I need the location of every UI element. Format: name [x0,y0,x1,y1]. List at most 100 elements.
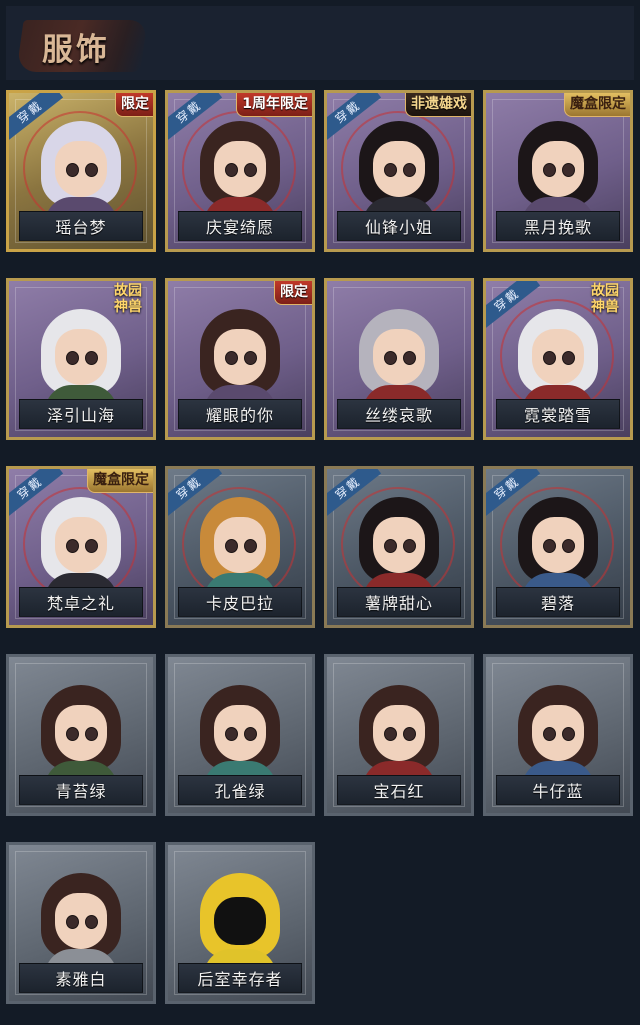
portrait-eye [66,163,79,177]
costume-name: 庆宴绮愿 [205,218,274,237]
costume-card[interactable]: 穿戴 故园神兽 霓裳踏雪 [483,278,633,440]
portrait-eye [85,915,98,929]
portrait-eye [244,727,257,741]
portrait-eye [543,163,556,177]
portrait-face [373,329,425,385]
costume-card[interactable]: 限定耀眼的你 [165,278,315,440]
name-plate: 黑月挽歌 [496,211,620,241]
header-bar: 服饰 [6,6,634,80]
character-portrait [510,115,606,227]
character-portrait [192,115,288,227]
name-plate: 孔雀绿 [178,775,302,805]
portrait-eye [225,163,238,177]
portrait-eye [244,539,257,553]
portrait-face [55,705,107,761]
character-portrait [351,491,447,603]
name-plate: 碧落 [496,587,620,617]
limited-badge: 限定 [274,281,312,305]
costume-card[interactable]: 穿戴 限定 瑶台梦 [6,90,156,252]
costume-card[interactable]: 丝缕哀歌 [324,278,474,440]
costume-name: 黑月挽歌 [523,218,592,237]
portrait-eye [244,163,257,177]
costume-card[interactable]: 素雅白 [6,842,156,1004]
costume-name: 素雅白 [55,970,107,989]
costume-card[interactable]: 宝石红 [324,654,474,816]
limited-badge: 故园神兽 [114,283,142,315]
costume-name: 孔雀绿 [214,782,266,801]
portrait-face [373,141,425,197]
portrait-face [532,705,584,761]
portrait-eye [85,727,98,741]
costume-card[interactable]: 穿戴 1周年限定 庆宴绮愿 [165,90,315,252]
character-portrait [192,867,288,979]
costume-name: 瑶台梦 [55,218,107,237]
name-plate: 耀眼的你 [178,399,302,429]
portrait-eye [66,351,79,365]
character-portrait [192,303,288,415]
character-portrait [33,491,129,603]
costume-card[interactable]: 青苔绿 [6,654,156,816]
costume-name: 梵卓之礼 [46,594,115,613]
portrait-face [373,705,425,761]
costume-name: 卡皮巴拉 [205,594,274,613]
costume-name: 丝缕哀歌 [364,406,433,425]
name-plate: 梵卓之礼 [19,587,143,617]
costume-card[interactable]: 穿戴 薯牌甜心 [324,466,474,628]
name-plate: 宝石红 [337,775,461,805]
costume-card[interactable]: 魔盒限定黑月挽歌 [483,90,633,252]
portrait-eye [66,915,79,929]
costume-name: 宝石红 [373,782,425,801]
limited-badge: 限定 [115,93,153,117]
portrait-face [532,517,584,573]
portrait-face [55,893,107,949]
name-plate: 青苔绿 [19,775,143,805]
character-portrait [192,679,288,791]
name-plate: 丝缕哀歌 [337,399,461,429]
portrait-eye [66,539,79,553]
costume-name: 薯牌甜心 [364,594,433,613]
costume-card[interactable]: 孔雀绿 [165,654,315,816]
portrait-eye [562,163,575,177]
costume-card[interactable]: 穿戴 碧落 [483,466,633,628]
costume-name: 仙锋小姐 [364,218,433,237]
character-portrait [192,491,288,603]
costume-card[interactable]: 故园神兽泽引山海 [6,278,156,440]
portrait-eye [543,351,556,365]
portrait-eye [85,539,98,553]
portrait-eye [225,727,238,741]
name-plate: 泽引山海 [19,399,143,429]
limited-badge: 魔盒限定 [564,93,630,117]
character-portrait [351,679,447,791]
limited-badge: 1周年限定 [236,93,312,117]
name-plate: 庆宴绮愿 [178,211,302,241]
portrait-face [373,517,425,573]
character-portrait [33,867,129,979]
name-plate: 霓裳踏雪 [496,399,620,429]
limited-badge: 非遗雄戏 [405,93,471,117]
name-plate: 仙锋小姐 [337,211,461,241]
costume-card[interactable]: 牛仔蓝 [483,654,633,816]
portrait-eye [384,727,397,741]
costume-card[interactable]: 后室幸存者 [165,842,315,1004]
portrait-face [214,141,266,197]
character-portrait [351,303,447,415]
costume-name: 霓裳踏雪 [523,406,592,425]
name-plate: 薯牌甜心 [337,587,461,617]
costume-card[interactable]: 穿戴 非遗雄戏 仙锋小姐 [324,90,474,252]
costume-card[interactable]: 穿戴 卡皮巴拉 [165,466,315,628]
portrait-eye [66,727,79,741]
portrait-face [55,141,107,197]
portrait-eye [403,163,416,177]
costume-name: 碧落 [540,594,575,613]
character-portrait [33,303,129,415]
name-plate: 牛仔蓝 [496,775,620,805]
costume-name: 后室幸存者 [197,970,283,989]
page-title: 服饰 [42,32,110,68]
portrait-face [55,517,107,573]
costume-grid: 穿戴 限定 瑶台梦 穿戴 1周年限定 庆宴绮愿 穿戴 非遗雄戏 仙锋小姐 魔盒限定 黑月挽歌 故园神兽… [6,90,634,1004]
portrait-face [214,705,266,761]
portrait-eye [85,351,98,365]
limited-badge: 故园神兽 [591,283,619,315]
limited-badge: 魔盒限定 [87,469,153,493]
costume-card[interactable]: 穿戴 魔盒限定 梵卓之礼 [6,466,156,628]
